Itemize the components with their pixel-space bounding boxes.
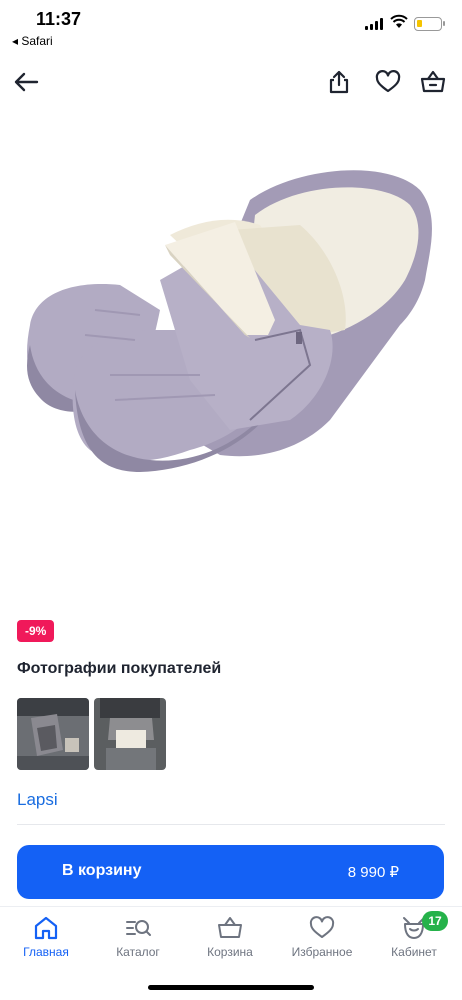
cellular-signal-icon (365, 18, 383, 30)
tab-catalog[interactable]: Каталог (93, 913, 183, 969)
brand-link[interactable]: Lapsi (17, 790, 58, 810)
product-image[interactable] (0, 120, 462, 590)
share-icon[interactable] (323, 66, 355, 98)
tab-cart-label: Корзина (207, 945, 253, 959)
tab-profile-label: Кабинет (391, 945, 437, 959)
tab-home[interactable]: Главная (1, 913, 91, 969)
tab-home-label: Главная (23, 945, 69, 959)
tab-favorites[interactable]: Избранное (277, 913, 367, 969)
favorite-heart-icon[interactable] (372, 66, 404, 98)
tab-favorites-label: Избранное (291, 945, 353, 959)
status-time: 11:37 (36, 9, 82, 29)
add-to-cart-button[interactable]: В корзину 8 990 ₽ (17, 845, 444, 899)
status-bar: 11:37 ◂ Safari (0, 0, 462, 56)
discount-badge: -9% (17, 620, 55, 642)
battery-icon (414, 17, 445, 31)
home-indicator[interactable] (148, 985, 314, 990)
heart-icon (277, 913, 367, 943)
catalog-search-icon (93, 913, 183, 943)
back-arrow-icon[interactable] (10, 66, 42, 98)
home-icon (1, 913, 91, 943)
product-price: 8 990 ₽ (347, 864, 399, 881)
customer-photos-title: Фотографии покупателей (17, 660, 222, 677)
customer-photos-list (17, 698, 166, 770)
profile-notification-badge: 17 (422, 911, 448, 931)
back-to-safari-link[interactable]: ◂ Safari (12, 34, 53, 48)
customer-photo-2[interactable] (94, 698, 166, 770)
tab-catalog-label: Каталог (116, 945, 160, 959)
basket-icon (185, 913, 275, 943)
add-to-cart-label: В корзину (62, 862, 142, 879)
product-nav-bar (0, 62, 462, 102)
wifi-icon (390, 14, 408, 28)
divider (17, 824, 445, 825)
basket-icon[interactable] (417, 66, 449, 98)
customer-photo-1[interactable] (17, 698, 89, 770)
tab-cart[interactable]: Корзина (185, 913, 275, 969)
